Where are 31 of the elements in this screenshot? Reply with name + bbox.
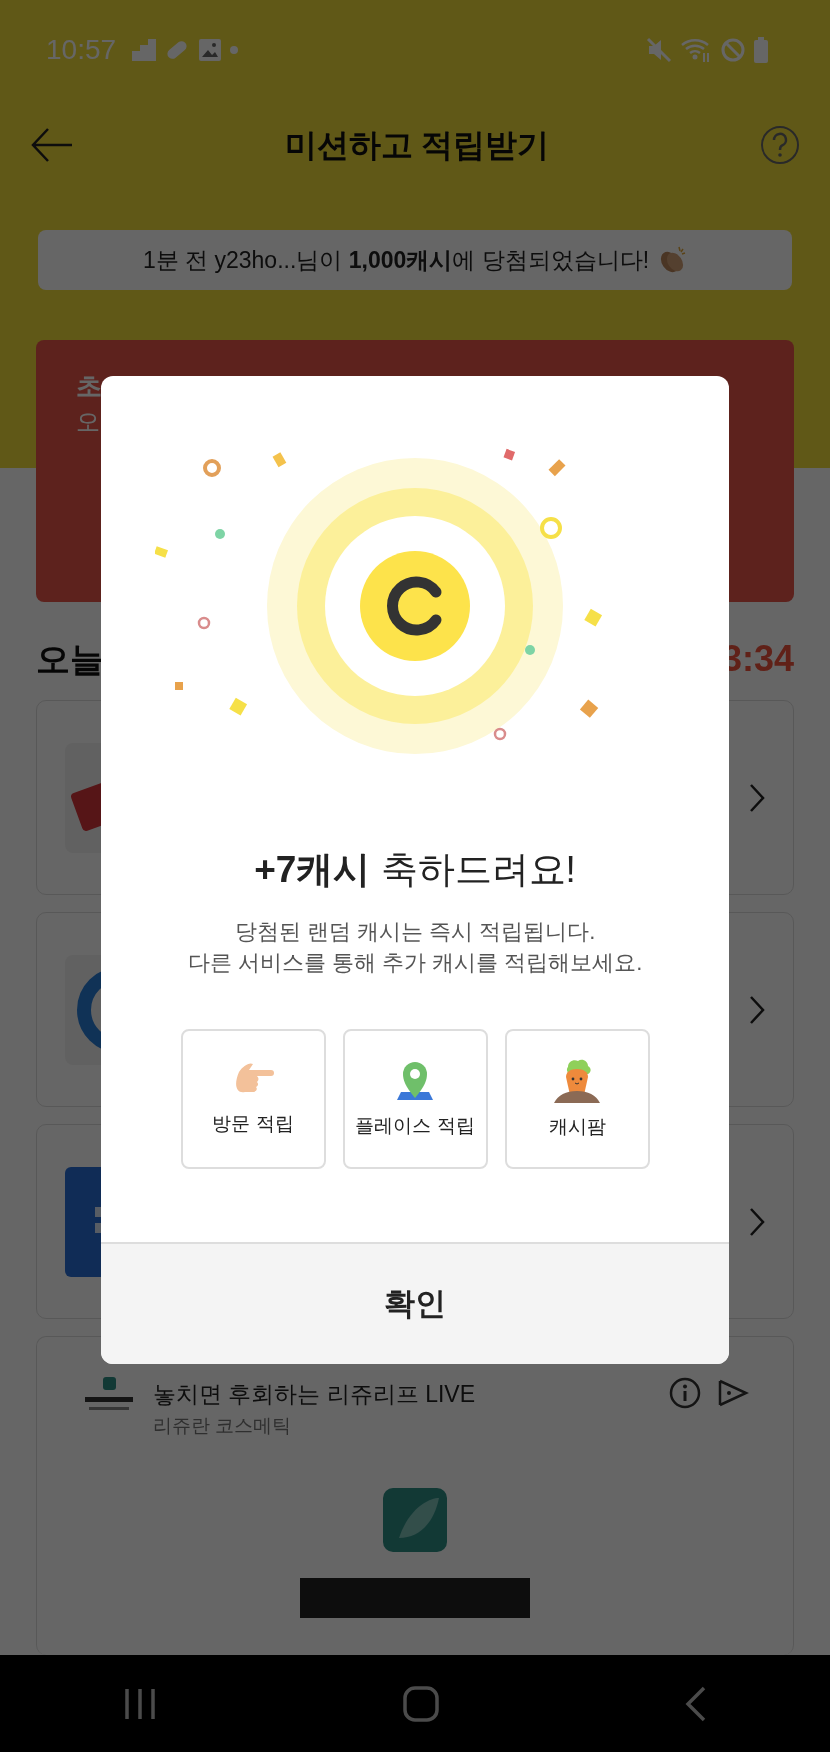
- dot-icon: [230, 46, 239, 54]
- winner-message: 1분 전 y23ho...님이 1,000캐시에 당첨되었습니다!: [142, 245, 650, 275]
- recent-apps-icon[interactable]: [123, 1686, 157, 1721]
- help-icon[interactable]: [760, 125, 800, 165]
- chevron-right-icon: [749, 1206, 765, 1237]
- shortcut-tile[interactable]: 캐시팜: [504, 1029, 650, 1170]
- section-title: 오늘: [36, 638, 104, 680]
- banner-title: 초: [76, 370, 103, 403]
- wifi-icon: [680, 37, 712, 63]
- notification-icon: [132, 39, 157, 61]
- mute-icon: [646, 37, 672, 63]
- chevron-right-icon: [749, 782, 765, 813]
- shortcut-tile[interactable]: 방문 적립: [180, 1029, 326, 1170]
- block-icon: [720, 37, 746, 63]
- banner-subtitle: 오: [76, 406, 101, 437]
- page-title: 미션하고 적립받기: [284, 126, 550, 165]
- ad-title: 놓치면 후회하는 리쥬리프 LIVE: [153, 1380, 477, 1409]
- status-time: 10:57: [46, 33, 117, 67]
- back-icon[interactable]: [685, 1685, 707, 1722]
- battery-icon: [754, 37, 768, 63]
- dialog-title: +7캐시 축하드려요!: [254, 848, 576, 892]
- ad-choices-icon[interactable]: [717, 1377, 749, 1409]
- home-icon[interactable]: [403, 1685, 439, 1722]
- info-icon[interactable]: [669, 1377, 701, 1409]
- dialog-message: 당첨된 랜덤 캐시는 즉시 적립됩니다. 다른 서비스를 통해 추가 캐시를 적립해보세요.: [187, 917, 643, 978]
- carrot-character-icon: [552, 1057, 602, 1104]
- chevron-right-icon: [749, 994, 765, 1025]
- back-arrow-icon[interactable]: [30, 127, 74, 163]
- shortcut-tile[interactable]: 플레이스 적립: [342, 1029, 488, 1170]
- image-icon: [198, 38, 223, 62]
- confirm-button[interactable]: 확인: [101, 1242, 729, 1364]
